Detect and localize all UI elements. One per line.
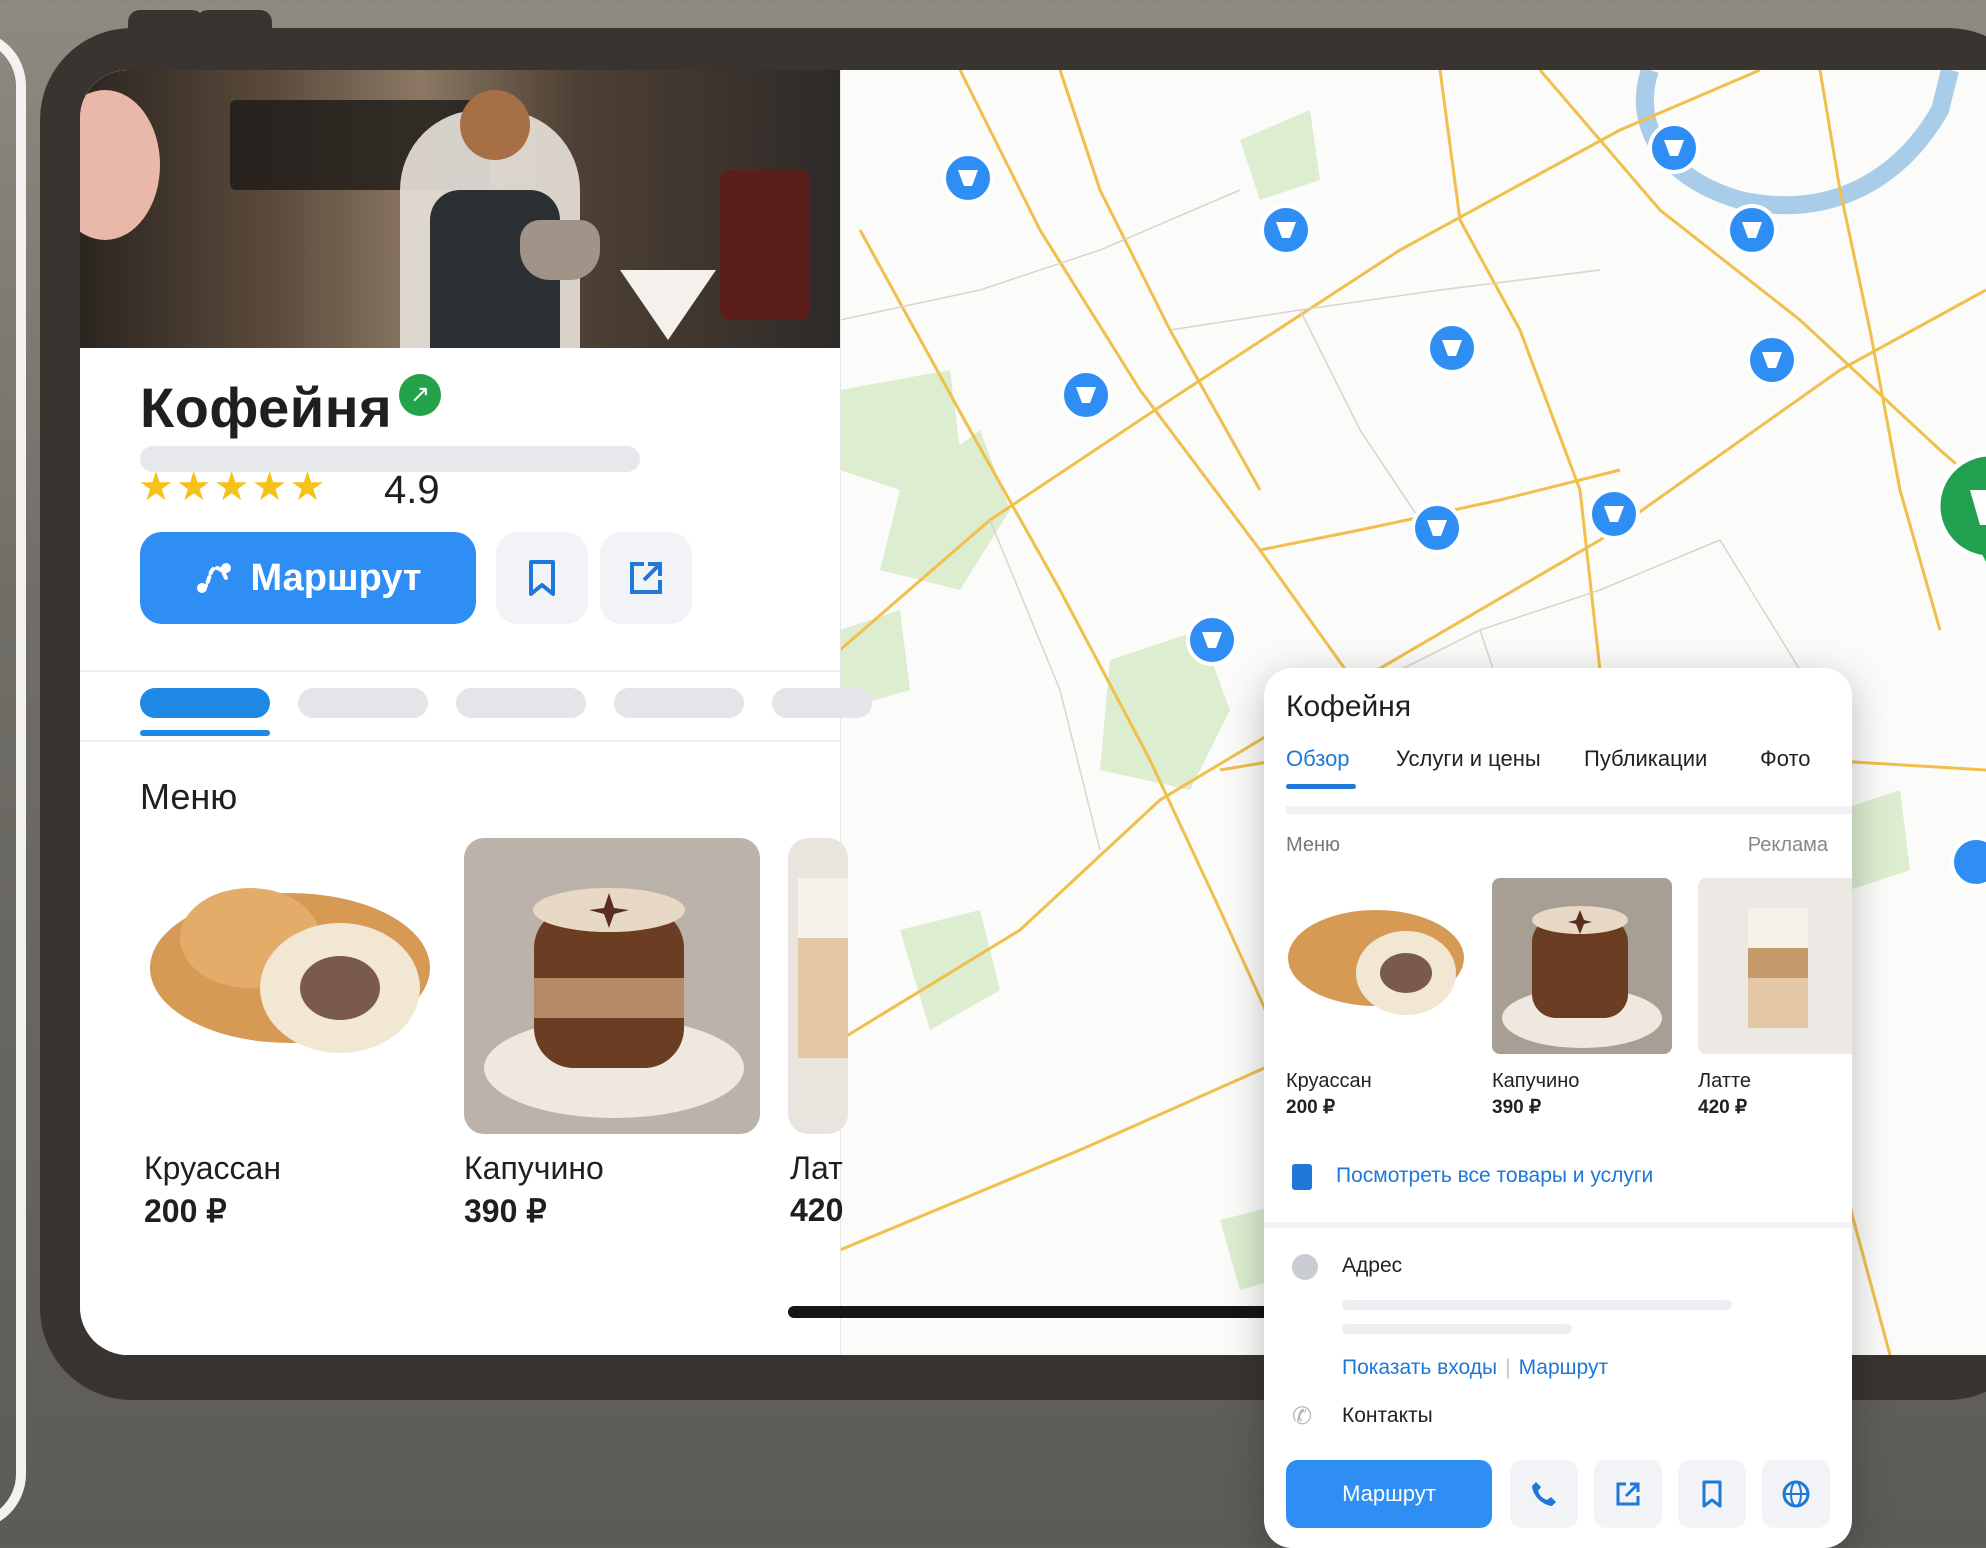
menu-item-photo-croissant[interactable] [1286, 878, 1466, 1054]
tab-placeholder[interactable] [772, 688, 872, 718]
menu-item-price: 420 [790, 1192, 844, 1228]
menu-item-name: Круассан [144, 1150, 281, 1186]
menu-item-price: 390 ₽ [1492, 1097, 1542, 1118]
tab-placeholder[interactable] [298, 688, 428, 718]
place-photo[interactable] [80, 70, 840, 348]
active-tab-indicator [140, 730, 270, 736]
divider [80, 740, 840, 742]
contacts-label: Контакты [1342, 1404, 1433, 1427]
bookmark-icon [1702, 1480, 1722, 1508]
menu-item-price: 200 ₽ [1286, 1097, 1336, 1118]
place-panel: Кофейня ↗ ★★★★★ 4.9 Маршрут Меню Круасса… [80, 70, 872, 1355]
tab-publications[interactable]: Публикации [1584, 746, 1707, 772]
device-volume-button [128, 10, 204, 34]
photo-decor [460, 90, 530, 160]
photo-decor [620, 270, 716, 340]
coffee-pin-icon [1950, 836, 1986, 888]
bookmark-icon [529, 560, 555, 596]
divider [1286, 806, 1852, 814]
show-entrances-link[interactable]: Показать входы [1342, 1356, 1497, 1379]
active-tab-indicator [1286, 784, 1356, 789]
phone-icon [1532, 1482, 1556, 1506]
menu-item-photo-cappuccino[interactable] [1492, 878, 1672, 1054]
menu-item-price: 200 ₽ [144, 1193, 227, 1229]
card-title: Кофейня [1286, 690, 1412, 723]
bookmark-button[interactable] [496, 532, 588, 624]
rating-value: 4.9 [384, 468, 440, 512]
place-title: Кофейня [140, 376, 393, 439]
rating-stars: ★★★★★ [138, 465, 328, 509]
background-phone-edge [0, 30, 26, 1530]
menu-item-photo-latte[interactable] [788, 838, 848, 1134]
photo-decor [520, 220, 600, 280]
tab-overview[interactable] [140, 688, 270, 718]
menu-item-name: Капучино [1492, 1070, 1580, 1092]
route-button[interactable]: Маршрут [140, 532, 476, 624]
menu-item-name: Капучино [464, 1150, 604, 1186]
menu-list-icon [1292, 1164, 1312, 1190]
location-icon [1292, 1254, 1318, 1280]
menu-item-name: Латте [1698, 1070, 1752, 1092]
divider [80, 670, 840, 672]
share-button[interactable] [600, 532, 692, 624]
selected-pin [1935, 451, 1986, 562]
device-volume-button [196, 10, 272, 34]
verified-icon: ↗ [399, 374, 441, 416]
tab-placeholder[interactable] [614, 688, 744, 718]
divider [1264, 1222, 1852, 1228]
address-label: Адрес [1342, 1254, 1403, 1277]
menu-item-name: Круассан [1286, 1070, 1372, 1092]
card-menu-label: Меню [1286, 834, 1341, 856]
share-button[interactable] [1594, 1460, 1662, 1528]
menu-item-photo-cappuccino[interactable] [464, 838, 760, 1134]
share-icon [630, 562, 662, 594]
photo-decor [80, 90, 160, 240]
menu-heading: Меню [140, 776, 238, 817]
ad-label: Реклама [1747, 834, 1828, 856]
route-icon [197, 563, 232, 593]
menu-item-price: 390 ₽ [464, 1193, 547, 1229]
tab-overview[interactable]: Обзор [1286, 746, 1350, 772]
place-card-popup: Кофейня Обзор Услуги и цены Публикации Ф… [1264, 668, 1852, 1548]
route-button-label: Маршрут [250, 556, 422, 599]
tab-photos[interactable]: Фото [1760, 746, 1811, 772]
call-button[interactable] [1510, 1460, 1578, 1528]
route-button[interactable]: Маршрут [1286, 1460, 1492, 1528]
address-links: Показать входы | Маршрут [1342, 1356, 1609, 1379]
phone-icon: ✆ [1292, 1403, 1313, 1430]
bookmark-button[interactable] [1678, 1460, 1746, 1528]
photo-decor [720, 170, 810, 320]
tab-services-prices[interactable]: Услуги и цены [1396, 746, 1541, 772]
website-button[interactable] [1762, 1460, 1830, 1528]
route-link[interactable]: Маршрут [1519, 1356, 1609, 1379]
globe-icon [1782, 1480, 1810, 1508]
menu-item-photo-croissant[interactable] [140, 838, 436, 1134]
menu-item-photo-latte[interactable] [1698, 878, 1852, 1054]
menu-item-name: Лат [790, 1150, 843, 1186]
see-all-link[interactable]: Посмотреть все товары и услуги [1336, 1164, 1653, 1188]
share-icon [1616, 1482, 1640, 1506]
address-placeholder [1342, 1324, 1572, 1334]
menu-item-price: 420 ₽ [1698, 1097, 1748, 1118]
address-placeholder [1342, 1300, 1732, 1310]
tab-placeholder[interactable] [456, 688, 586, 718]
